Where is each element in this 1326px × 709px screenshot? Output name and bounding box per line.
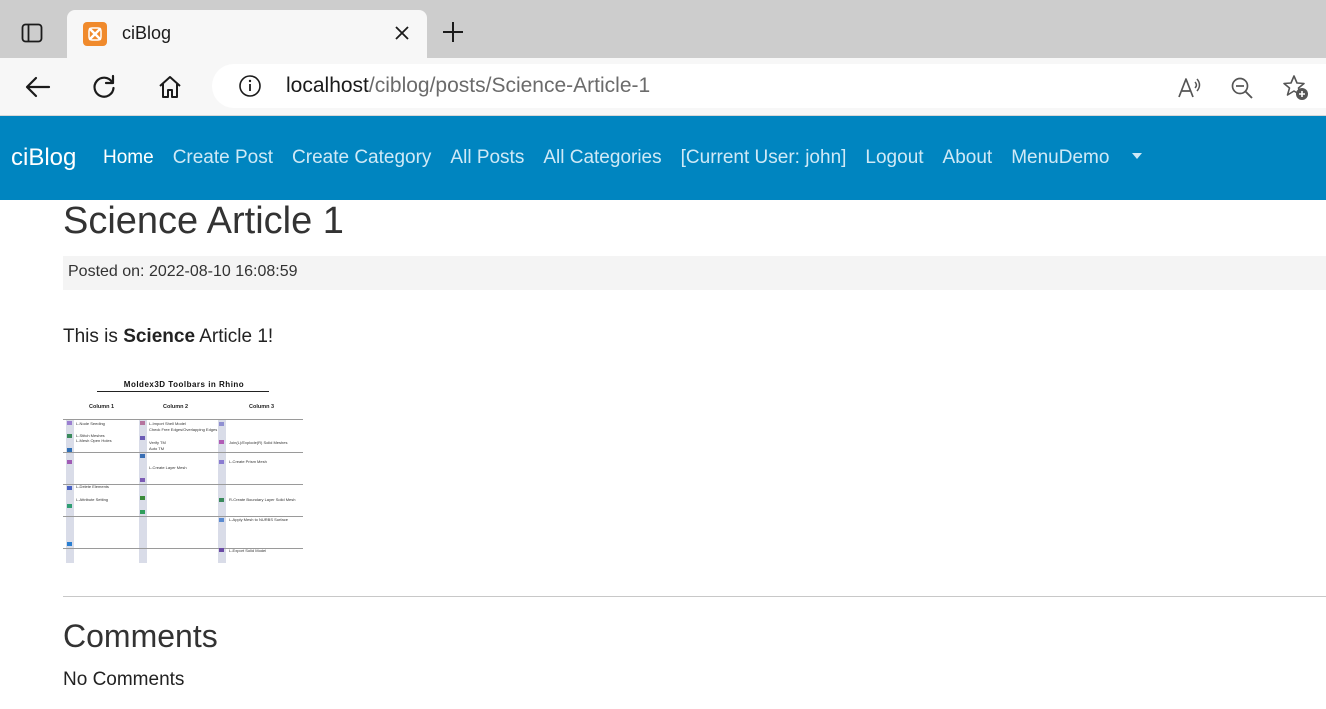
caret-down-icon bbox=[1132, 152, 1143, 159]
back-arrow-icon[interactable] bbox=[21, 70, 55, 104]
tab-title: ciBlog bbox=[122, 23, 172, 43]
post-body-suffix: Article 1! bbox=[195, 326, 274, 347]
toolbar-glyph-icon bbox=[140, 421, 145, 425]
image-rule bbox=[63, 548, 303, 549]
nav-link-create-post[interactable]: Create Post bbox=[173, 147, 273, 169]
read-aloud-icon[interactable] bbox=[1176, 74, 1204, 102]
toolbar-glyph-icon bbox=[140, 496, 145, 500]
posted-on-text: Posted on: 2022-08-10 16:08:59 bbox=[68, 263, 298, 280]
no-comments-text: No Comments bbox=[63, 669, 185, 690]
toolbar-glyph-icon bbox=[219, 460, 224, 464]
nav-dropdown-menudemo[interactable]: MenuDemo bbox=[1011, 147, 1143, 169]
nav-current-user: [Current User: john] bbox=[680, 147, 847, 168]
toolbar-glyph-icon bbox=[67, 421, 72, 425]
section-divider bbox=[63, 596, 1326, 597]
post-image: Moldex3D Toolbars in Rhino Column 1 Colu… bbox=[63, 374, 305, 564]
navbar-brand[interactable]: ciBlog bbox=[11, 144, 76, 172]
nav-link-all-categories[interactable]: All Categories bbox=[543, 147, 661, 169]
comments-heading: Comments bbox=[63, 618, 218, 654]
image-text: Check Free Edges/Overlapping Edges bbox=[149, 427, 218, 432]
posted-on-bar: Posted on: 2022-08-10 16:08:59 bbox=[63, 256, 1326, 290]
image-text: Join(L)/Explode(R) Solid Meshes bbox=[229, 440, 288, 445]
toolbar-glyph-icon bbox=[219, 518, 224, 522]
post-title: Science Article 1 bbox=[63, 200, 344, 242]
site-info-icon[interactable] bbox=[238, 74, 262, 98]
toolbar-glyph-icon bbox=[67, 542, 72, 546]
url-path: /ciblog/posts/Science-Article-1 bbox=[368, 74, 651, 97]
address-bar[interactable]: localhost/ciblog/posts/Science-Article-1 bbox=[212, 64, 1326, 108]
nav-link-about[interactable]: About bbox=[943, 147, 993, 169]
url-host: localhost bbox=[286, 74, 369, 97]
toolbar-glyph-icon bbox=[140, 510, 145, 514]
post-body: This is Science Article 1! bbox=[63, 326, 273, 348]
image-text: L-Import Shell Model bbox=[149, 421, 186, 426]
url-text: localhost/ciblog/posts/Science-Article-1 bbox=[286, 74, 650, 98]
browser-tab-bar: ciBlog bbox=[0, 0, 1326, 58]
browser-toolbar: localhost/ciblog/posts/Science-Article-1 bbox=[0, 58, 1326, 116]
image-text: L-Attribute Setting bbox=[76, 497, 109, 502]
browser-tab[interactable]: ciBlog bbox=[67, 10, 427, 58]
navbar-links: Home Create Post Create Category All Pos… bbox=[103, 147, 1161, 169]
toolbar-glyph-icon bbox=[67, 486, 72, 490]
image-text: L-Delete Elements bbox=[76, 484, 109, 489]
image-text: L-Create Prism Mesh bbox=[229, 459, 267, 464]
image-text: Auto TM bbox=[149, 446, 165, 451]
toolbar-glyph-icon bbox=[67, 504, 72, 508]
toolbar-glyph-icon bbox=[219, 498, 224, 502]
image-heading: Moldex3D Toolbars in Rhino bbox=[123, 380, 245, 389]
image-text: L-Create Layer Mesh bbox=[149, 465, 187, 470]
xampp-favicon-icon bbox=[83, 22, 107, 46]
image-column-header-2: Column 2 bbox=[163, 404, 189, 410]
toolbar-glyph-icon bbox=[140, 454, 145, 458]
zoom-out-icon[interactable] bbox=[1228, 74, 1256, 102]
new-tab-icon[interactable] bbox=[438, 17, 468, 47]
image-heading-underline bbox=[97, 391, 269, 392]
toolbar-glyph-icon bbox=[67, 448, 72, 452]
image-rule bbox=[63, 452, 303, 453]
add-favorite-icon[interactable] bbox=[1282, 74, 1310, 102]
post-body-prefix: This is bbox=[63, 326, 124, 347]
nav-link-create-category[interactable]: Create Category bbox=[292, 147, 431, 169]
close-tab-icon[interactable] bbox=[391, 22, 413, 44]
toolbar-glyph-icon bbox=[140, 478, 145, 482]
image-text: L-Apply Mesh to NURBS Surface bbox=[229, 517, 288, 522]
toolbar-glyph-icon bbox=[219, 440, 224, 444]
menudemo-label: MenuDemo bbox=[1011, 147, 1110, 168]
nav-link-all-posts[interactable]: All Posts bbox=[450, 147, 524, 169]
image-text: R-Create Boundary Layer Solid Mesh bbox=[229, 497, 296, 502]
nav-link-home[interactable]: Home bbox=[103, 147, 154, 169]
image-text: Verify TM bbox=[149, 440, 166, 445]
toolbar-glyph-icon bbox=[219, 548, 224, 552]
image-text: L-Export Solid Model bbox=[229, 548, 267, 553]
toolbar-glyph-icon bbox=[140, 436, 145, 440]
image-rule bbox=[63, 419, 303, 420]
tab-actions-icon[interactable] bbox=[14, 16, 50, 50]
nav-link-logout[interactable]: Logout bbox=[865, 147, 923, 169]
refresh-icon[interactable] bbox=[87, 70, 121, 104]
toolbar-glyph-icon bbox=[67, 460, 72, 464]
image-icon-strip-2 bbox=[139, 419, 147, 563]
image-text: L-Mesh Open Holes bbox=[76, 438, 112, 443]
toolbar-glyph-icon bbox=[67, 434, 72, 438]
post-body-bold: Science bbox=[123, 326, 196, 347]
image-column-header-3: Column 3 bbox=[249, 404, 275, 410]
home-icon[interactable] bbox=[153, 70, 187, 104]
image-column-header-1: Column 1 bbox=[89, 404, 115, 410]
toolbar-glyph-icon bbox=[219, 422, 224, 426]
site-navbar: ciBlog Home Create Post Create Category … bbox=[0, 116, 1326, 200]
image-text: L-Node Seeding bbox=[76, 421, 105, 426]
